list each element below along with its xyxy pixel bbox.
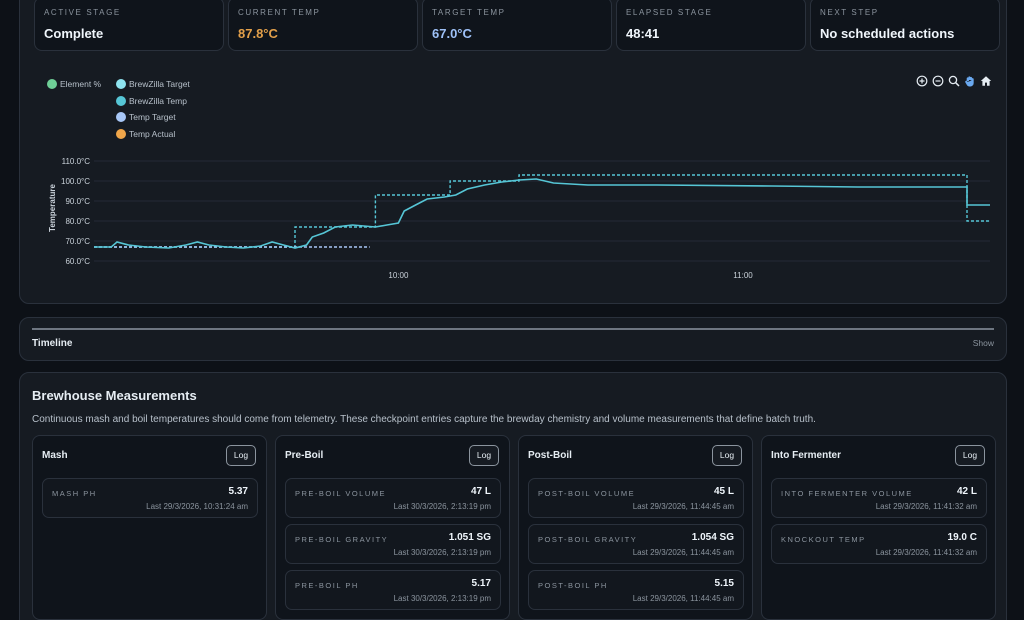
pre-boil-column: Pre-Boil Log Pre-Boil Volume 47 L Last 3… xyxy=(275,435,510,620)
entry-time: Last 30/3/2026, 2:13:19 pm xyxy=(393,594,491,603)
log-button[interactable]: Log xyxy=(226,445,256,466)
measurement-entry[interactable]: Pre-Boil Volume 47 L Last 30/3/2026, 2:1… xyxy=(285,478,501,518)
entry-name: Post-Boil Gravity xyxy=(538,535,638,544)
entry-time: Last 29/3/2026, 11:41:32 am xyxy=(875,502,977,511)
brewhouse-measurements-panel: Brewhouse Measurements Continuous mash a… xyxy=(19,372,1007,620)
measurement-entry[interactable]: Post-Boil Gravity 1.054 SG Last 29/3/202… xyxy=(528,524,744,564)
entry-value: 45 L xyxy=(713,486,734,497)
timeline-divider xyxy=(32,328,994,330)
entry-value: 47 L xyxy=(470,486,491,497)
series-line-brewzilla-target xyxy=(94,174,990,248)
column-title: Into Fermenter xyxy=(771,450,842,461)
entry-name: Pre-Boil pH xyxy=(295,581,359,590)
log-button[interactable]: Log xyxy=(712,445,742,466)
section-title: Brewhouse Measurements xyxy=(32,388,197,403)
entry-time: Last 29/3/2026, 10:31:24 am xyxy=(146,502,248,511)
section-description: Continuous mash and boil temperatures sh… xyxy=(32,414,816,425)
measurement-entry[interactable]: Knockout Temp 19.0 C Last 29/3/2026, 11:… xyxy=(771,524,987,564)
entry-name: Pre-Boil Volume xyxy=(295,489,386,498)
entry-time: Last 30/3/2026, 2:13:19 pm xyxy=(393,548,491,557)
timeline-show-toggle[interactable]: Show xyxy=(973,338,994,348)
entry-value: 19.0 C xyxy=(947,532,977,543)
entry-name: Knockout Temp xyxy=(781,535,866,544)
column-title: Pre-Boil xyxy=(285,450,324,461)
entry-time: Last 29/3/2026, 11:44:45 am xyxy=(632,594,734,603)
timeline-panel: Timeline Show xyxy=(19,317,1007,361)
timeline-title: Timeline xyxy=(32,338,73,349)
into-fermenter-column: Into Fermenter Log Into Fermenter Volume… xyxy=(761,435,996,620)
temperature-chart: 110.0°C 100.0°C 90.0°C 80.0°C 70.0°C 60.0°C 1… xyxy=(48,157,990,280)
entry-time: Last 29/3/2026, 11:41:32 am xyxy=(875,548,977,557)
entry-value: 42 L xyxy=(956,486,977,497)
y-axis-label: Temperature xyxy=(48,184,57,232)
y-tick-label: 60.0°C xyxy=(65,257,90,266)
post-boil-column: Post-Boil Log Post-Boil Volume 45 L Last… xyxy=(518,435,753,620)
y-tick-label: 90.0°C xyxy=(65,197,90,206)
measurement-entry[interactable]: Post-Boil pH 5.15 Last 29/3/2026, 11:44:… xyxy=(528,570,744,610)
measurement-entry[interactable]: Pre-Boil pH 5.17 Last 30/3/2026, 2:13:19… xyxy=(285,570,501,610)
measurement-entry[interactable]: Mash pH 5.37 Last 29/3/2026, 10:31:24 am xyxy=(42,478,258,518)
entry-time: Last 30/3/2026, 2:13:19 pm xyxy=(393,502,491,511)
y-tick-label: 100.0°C xyxy=(61,177,90,186)
entry-name: Post-Boil Volume xyxy=(538,489,636,498)
entry-name: Post-Boil pH xyxy=(538,581,608,590)
y-tick-label: 110.0°C xyxy=(62,157,91,166)
entry-name: Pre-Boil Gravity xyxy=(295,535,389,544)
log-button[interactable]: Log xyxy=(469,445,499,466)
measurement-entry[interactable]: Pre-Boil Gravity 1.051 SG Last 30/3/2026… xyxy=(285,524,501,564)
measurement-entry[interactable]: Into Fermenter Volume 42 L Last 29/3/202… xyxy=(771,478,987,518)
column-title: Mash xyxy=(42,450,68,461)
entry-value: 5.37 xyxy=(228,486,248,497)
y-tick-label: 80.0°C xyxy=(65,217,90,226)
entry-name: Mash pH xyxy=(52,489,97,498)
entry-value: 1.051 SG xyxy=(448,532,491,543)
log-button[interactable]: Log xyxy=(955,445,985,466)
entry-time: Last 29/3/2026, 11:44:45 am xyxy=(632,548,734,557)
entry-time: Last 29/3/2026, 11:44:45 am xyxy=(632,502,734,511)
entry-value: 5.15 xyxy=(714,578,734,589)
series-line-brewzilla-temp xyxy=(94,178,990,249)
entry-value: 5.17 xyxy=(471,578,491,589)
y-tick-label: 70.0°C xyxy=(65,237,90,246)
x-tick-label: 10:00 xyxy=(388,271,409,280)
x-tick-label: 11:00 xyxy=(733,271,753,280)
entry-name: Into Fermenter Volume xyxy=(781,489,913,498)
measurement-entry[interactable]: Post-Boil Volume 45 L Last 29/3/2026, 11… xyxy=(528,478,744,518)
entry-value: 1.054 SG xyxy=(691,532,734,543)
column-title: Post-Boil xyxy=(528,450,572,461)
mash-column: Mash Log Mash pH 5.37 Last 29/3/2026, 10… xyxy=(32,435,267,620)
